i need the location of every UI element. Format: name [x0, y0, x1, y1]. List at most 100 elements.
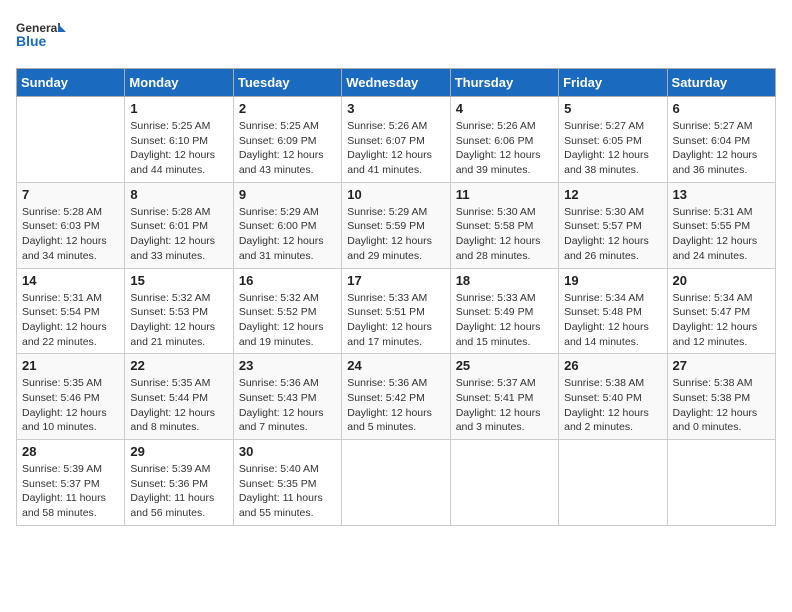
header-day-saturday: Saturday [667, 69, 775, 97]
day-number: 17 [347, 273, 444, 288]
cell-info: Sunrise: 5:33 AMSunset: 5:51 PMDaylight:… [347, 291, 444, 350]
calendar-cell: 3 Sunrise: 5:26 AMSunset: 6:07 PMDaylight… [342, 97, 450, 183]
cell-info: Sunrise: 5:38 AMSunset: 5:40 PMDaylight:… [564, 376, 661, 435]
cell-info: Sunrise: 5:25 AMSunset: 6:10 PMDaylight:… [130, 119, 227, 178]
calendar-cell: 8 Sunrise: 5:28 AMSunset: 6:01 PMDaylight… [125, 182, 233, 268]
day-number: 11 [456, 187, 553, 202]
cell-info: Sunrise: 5:31 AMSunset: 5:54 PMDaylight:… [22, 291, 119, 350]
cell-info: Sunrise: 5:25 AMSunset: 6:09 PMDaylight:… [239, 119, 336, 178]
calendar-cell: 27 Sunrise: 5:38 AMSunset: 5:38 PMDayligh… [667, 354, 775, 440]
logo: General Blue [16, 16, 66, 56]
cell-info: Sunrise: 5:37 AMSunset: 5:41 PMDaylight:… [456, 376, 553, 435]
calendar-cell: 7Sunrise: 5:28 AMSunset: 6:03 PMDaylight… [17, 182, 125, 268]
calendar-cell: 17 Sunrise: 5:33 AMSunset: 5:51 PMDayligh… [342, 268, 450, 354]
calendar-cell: 12 Sunrise: 5:30 AMSunset: 5:57 PMDayligh… [559, 182, 667, 268]
cell-info: Sunrise: 5:29 AMSunset: 6:00 PMDaylight:… [239, 205, 336, 264]
day-number: 20 [673, 273, 770, 288]
day-number: 16 [239, 273, 336, 288]
day-number: 23 [239, 358, 336, 373]
calendar-cell: 20 Sunrise: 5:34 AMSunset: 5:47 PMDayligh… [667, 268, 775, 354]
calendar-header-row: SundayMondayTuesdayWednesdayThursdayFrid… [17, 69, 776, 97]
day-number: 18 [456, 273, 553, 288]
header: General Blue [16, 16, 776, 56]
cell-info: Sunrise: 5:36 AMSunset: 5:43 PMDaylight:… [239, 376, 336, 435]
calendar-cell: 29 Sunrise: 5:39 AMSunset: 5:36 PMDayligh… [125, 440, 233, 526]
calendar-cell: 14 Sunrise: 5:31 AMSunset: 5:54 PMDayligh… [17, 268, 125, 354]
calendar-cell: 4 Sunrise: 5:26 AMSunset: 6:06 PMDaylight… [450, 97, 558, 183]
cell-info: Sunrise: 5:28 AMSunset: 6:01 PMDaylight:… [130, 205, 227, 264]
calendar-cell: 11 Sunrise: 5:30 AMSunset: 5:58 PMDayligh… [450, 182, 558, 268]
cell-info: Sunrise: 5:27 AMSunset: 6:05 PMDaylight:… [564, 119, 661, 178]
day-number: 8 [130, 187, 227, 202]
cell-info: Sunrise: 5:30 AMSunset: 5:57 PMDaylight:… [564, 205, 661, 264]
calendar-cell: 26 Sunrise: 5:38 AMSunset: 5:40 PMDayligh… [559, 354, 667, 440]
calendar-cell: 2 Sunrise: 5:25 AMSunset: 6:09 PMDaylight… [233, 97, 341, 183]
day-number: 24 [347, 358, 444, 373]
cell-info: Sunrise: 5:38 AMSunset: 5:38 PMDaylight:… [673, 376, 770, 435]
cell-info: Sunrise: 5:28 AMSunset: 6:03 PMDaylight:… [22, 205, 119, 264]
calendar-cell: 1 Sunrise: 5:25 AMSunset: 6:10 PMDaylight… [125, 97, 233, 183]
cell-info: Sunrise: 5:26 AMSunset: 6:07 PMDaylight:… [347, 119, 444, 178]
week-row-1: 1 Sunrise: 5:25 AMSunset: 6:10 PMDaylight… [17, 97, 776, 183]
day-number: 26 [564, 358, 661, 373]
cell-info: Sunrise: 5:35 AMSunset: 5:44 PMDaylight:… [130, 376, 227, 435]
calendar-cell: 19 Sunrise: 5:34 AMSunset: 5:48 PMDayligh… [559, 268, 667, 354]
day-number: 25 [456, 358, 553, 373]
day-number: 14 [22, 273, 119, 288]
header-day-friday: Friday [559, 69, 667, 97]
cell-info: Sunrise: 5:39 AMSunset: 5:37 PMDaylight:… [22, 462, 119, 521]
day-number: 12 [564, 187, 661, 202]
cell-info: Sunrise: 5:39 AMSunset: 5:36 PMDaylight:… [130, 462, 227, 521]
week-row-2: 7Sunrise: 5:28 AMSunset: 6:03 PMDaylight… [17, 182, 776, 268]
cell-info: Sunrise: 5:26 AMSunset: 6:06 PMDaylight:… [456, 119, 553, 178]
cell-info: Sunrise: 5:34 AMSunset: 5:47 PMDaylight:… [673, 291, 770, 350]
day-number: 3 [347, 101, 444, 116]
calendar-cell: 10Sunrise: 5:29 AMSunset: 5:59 PMDayligh… [342, 182, 450, 268]
day-number: 30 [239, 444, 336, 459]
day-number: 21 [22, 358, 119, 373]
header-day-wednesday: Wednesday [342, 69, 450, 97]
day-number: 10 [347, 187, 444, 202]
calendar-cell [342, 440, 450, 526]
calendar-cell: 24 Sunrise: 5:36 AMSunset: 5:42 PMDayligh… [342, 354, 450, 440]
cell-info: Sunrise: 5:33 AMSunset: 5:49 PMDaylight:… [456, 291, 553, 350]
week-row-4: 21 Sunrise: 5:35 AMSunset: 5:46 PMDayligh… [17, 354, 776, 440]
day-number: 15 [130, 273, 227, 288]
cell-info: Sunrise: 5:27 AMSunset: 6:04 PMDaylight:… [673, 119, 770, 178]
cell-info: Sunrise: 5:34 AMSunset: 5:48 PMDaylight:… [564, 291, 661, 350]
day-number: 1 [130, 101, 227, 116]
day-number: 19 [564, 273, 661, 288]
cell-info: Sunrise: 5:32 AMSunset: 5:53 PMDaylight:… [130, 291, 227, 350]
week-row-5: 28 Sunrise: 5:39 AMSunset: 5:37 PMDayligh… [17, 440, 776, 526]
day-number: 28 [22, 444, 119, 459]
cell-info: Sunrise: 5:30 AMSunset: 5:58 PMDaylight:… [456, 205, 553, 264]
day-number: 4 [456, 101, 553, 116]
cell-info: Sunrise: 5:35 AMSunset: 5:46 PMDaylight:… [22, 376, 119, 435]
cell-info: Sunrise: 5:36 AMSunset: 5:42 PMDaylight:… [347, 376, 444, 435]
week-row-3: 14 Sunrise: 5:31 AMSunset: 5:54 PMDayligh… [17, 268, 776, 354]
header-day-tuesday: Tuesday [233, 69, 341, 97]
calendar-cell: 9 Sunrise: 5:29 AMSunset: 6:00 PMDaylight… [233, 182, 341, 268]
calendar-cell: 30 Sunrise: 5:40 AMSunset: 5:35 PMDayligh… [233, 440, 341, 526]
day-number: 6 [673, 101, 770, 116]
calendar-cell: 16Sunrise: 5:32 AMSunset: 5:52 PMDayligh… [233, 268, 341, 354]
calendar-cell [17, 97, 125, 183]
calendar-cell: 21 Sunrise: 5:35 AMSunset: 5:46 PMDayligh… [17, 354, 125, 440]
calendar-cell: 13Sunrise: 5:31 AMSunset: 5:55 PMDayligh… [667, 182, 775, 268]
calendar-cell: 22 Sunrise: 5:35 AMSunset: 5:44 PMDayligh… [125, 354, 233, 440]
day-number: 13 [673, 187, 770, 202]
day-number: 22 [130, 358, 227, 373]
header-day-sunday: Sunday [17, 69, 125, 97]
calendar-cell: 25 Sunrise: 5:37 AMSunset: 5:41 PMDayligh… [450, 354, 558, 440]
calendar-cell: 15 Sunrise: 5:32 AMSunset: 5:53 PMDayligh… [125, 268, 233, 354]
cell-info: Sunrise: 5:40 AMSunset: 5:35 PMDaylight:… [239, 462, 336, 521]
day-number: 9 [239, 187, 336, 202]
calendar-cell: 18 Sunrise: 5:33 AMSunset: 5:49 PMDayligh… [450, 268, 558, 354]
day-number: 2 [239, 101, 336, 116]
logo-svg: General Blue [16, 16, 66, 56]
calendar-cell [667, 440, 775, 526]
calendar-cell [450, 440, 558, 526]
calendar-cell: 6 Sunrise: 5:27 AMSunset: 6:04 PMDaylight… [667, 97, 775, 183]
day-number: 27 [673, 358, 770, 373]
day-number: 29 [130, 444, 227, 459]
